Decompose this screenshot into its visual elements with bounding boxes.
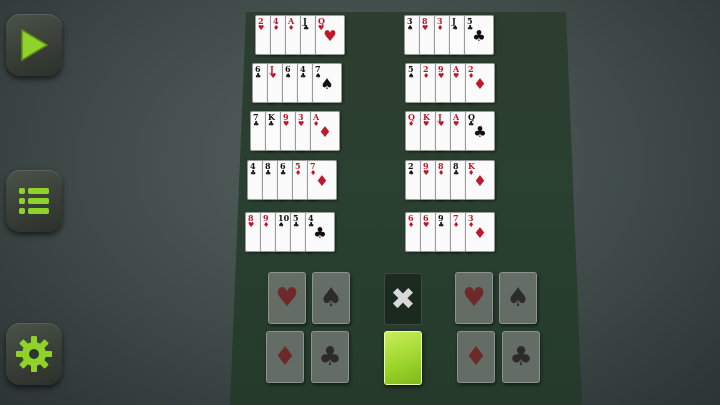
card-suit-large: ♦ <box>473 172 487 190</box>
card-right-r2-c5[interactable]: 2 ♦ ♦ <box>465 63 495 103</box>
card-suit-small: ♠ <box>408 169 415 177</box>
card-suit-small: ♦ <box>438 169 445 177</box>
card-suit-small: ♠ <box>285 72 292 80</box>
card-suit-small: ♣ <box>250 169 257 177</box>
foundation-slot-2[interactable]: ♠ <box>312 272 350 324</box>
card-suit-small: ♦ <box>273 24 280 32</box>
suit-icon: ♦ <box>464 342 488 372</box>
card-suit-small: ♠ <box>408 72 415 80</box>
card-right-r4-c5[interactable]: K ♦ ♦ <box>465 160 495 200</box>
discard-slot[interactable]: ✖ <box>384 273 422 325</box>
foundation-slot-1[interactable]: ♥ <box>268 272 306 324</box>
card-suit-large: ♦ <box>473 75 487 93</box>
card-suit-small: ♦ <box>295 169 302 177</box>
suit-icon: ♥ <box>462 283 486 313</box>
card-suit-small: ♠ <box>452 24 459 32</box>
card-suit-small: ♥ <box>422 24 429 32</box>
card-suit-large: ♥ <box>323 27 337 45</box>
card-suit-small: ♦ <box>288 24 295 32</box>
card-suit-small: ♥ <box>298 120 305 128</box>
close-icon: ✖ <box>390 281 416 317</box>
play-icon <box>21 28 49 62</box>
card-suit-small: ♣ <box>255 72 262 80</box>
suit-icon: ♠ <box>319 283 343 313</box>
suit-icon: ♦ <box>273 342 297 372</box>
card-suit-large: ♠ <box>320 75 334 93</box>
card-right-r1-c5[interactable]: 5 ♣ ♣ <box>464 15 494 55</box>
card-right-r5-c5[interactable]: 3 ♦ ♦ <box>465 212 495 252</box>
card-suit-small: ♥ <box>423 120 430 128</box>
card-suit-small: ♥ <box>423 221 430 229</box>
card-suit-small: ♥ <box>438 72 445 80</box>
card-suit-small: ♥ <box>453 72 460 80</box>
card-suit-small: ♥ <box>248 221 255 229</box>
foundation-slot-6[interactable]: ♠ <box>499 272 537 324</box>
card-suit-small: ♥ <box>258 24 265 32</box>
card-left-r4-c5[interactable]: 7 ♦ ♦ <box>307 160 337 200</box>
card-suit-small: ♣ <box>293 221 300 229</box>
card-suit-small: ♥ <box>438 120 445 128</box>
card-right-r3-c5[interactable]: Q ♣ ♣ <box>465 111 495 151</box>
card-suit-small: ♠ <box>407 24 414 32</box>
card-suit-small: ♣ <box>280 169 287 177</box>
foundation-slot-7[interactable]: ♦ <box>457 331 495 383</box>
foundation-slot-8[interactable]: ♣ <box>502 331 540 383</box>
play-button[interactable] <box>6 14 62 76</box>
suit-icon: ♥ <box>275 283 299 313</box>
card-suit-small: ♦ <box>408 221 415 229</box>
card-suit-small: ♣ <box>303 24 310 32</box>
card-left-r5-c5[interactable]: 4 ♣ ♣ <box>305 212 335 252</box>
card-suit-small: ♦ <box>423 72 430 80</box>
card-suit-large: ♦ <box>318 123 332 141</box>
stock-pile[interactable] <box>384 331 422 385</box>
suit-icon: ♣ <box>509 342 533 372</box>
foundation-slot-4[interactable]: ♣ <box>311 331 349 383</box>
card-suit-small: ♦ <box>408 120 415 128</box>
card-suit-small: ♣ <box>438 221 445 229</box>
card-suit-small: ♥ <box>423 169 430 177</box>
card-suit-small: ♥ <box>270 72 277 80</box>
gear-icon <box>16 336 52 372</box>
menu-button[interactable] <box>6 170 62 232</box>
foundation-slot-3[interactable]: ♦ <box>266 331 304 383</box>
card-suit-small: ♠ <box>278 221 285 229</box>
card-suit-large: ♣ <box>473 123 487 141</box>
card-suit-small: ♣ <box>453 169 460 177</box>
card-suit-small: ♣ <box>300 72 307 80</box>
card-suit-small: ♦ <box>453 221 460 229</box>
suit-icon: ♣ <box>318 342 342 372</box>
card-left-r1-c5[interactable]: Q ♥ ♥ <box>315 15 345 55</box>
card-suit-small: ♦ <box>263 221 270 229</box>
settings-button[interactable] <box>6 323 62 385</box>
card-suit-small: ♣ <box>253 120 260 128</box>
menu-icon <box>19 188 49 214</box>
card-left-r3-c5[interactable]: A ♦ ♦ <box>310 111 340 151</box>
foundation-slot-5[interactable]: ♥ <box>455 272 493 324</box>
card-suit-small: ♣ <box>265 169 272 177</box>
card-suit-large: ♣ <box>313 224 327 242</box>
card-suit-large: ♦ <box>473 224 487 242</box>
card-left-r2-c5[interactable]: 7 ♠ ♠ <box>312 63 342 103</box>
card-suit-large: ♦ <box>315 172 329 190</box>
card-suit-large: ♣ <box>472 27 486 45</box>
card-suit-small: ♥ <box>453 120 460 128</box>
card-suit-small: ♣ <box>268 120 275 128</box>
suit-icon: ♠ <box>506 283 530 313</box>
card-suit-small: ♥ <box>283 120 290 128</box>
card-suit-small: ♦ <box>437 24 444 32</box>
